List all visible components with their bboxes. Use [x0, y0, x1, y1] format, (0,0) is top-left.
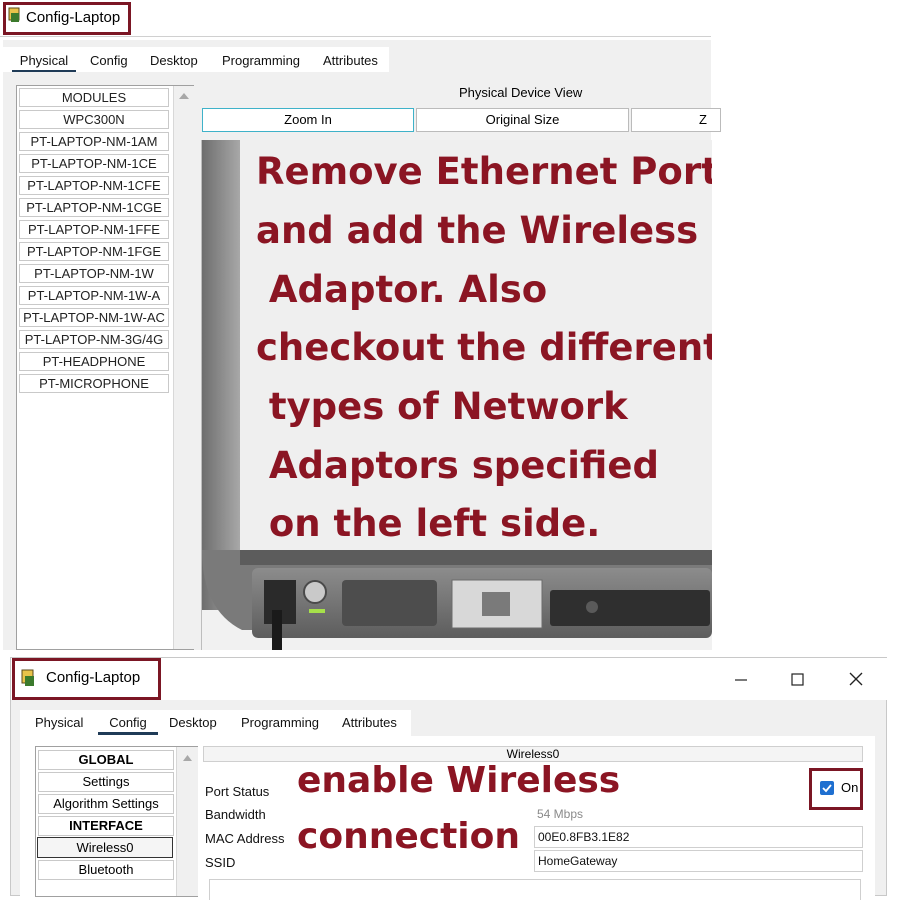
config-sidebar[interactable]: GLOBAL Settings Algorithm Settings INTER…: [35, 746, 198, 897]
module-item[interactable]: PT-LAPTOP-NM-1FGE: [19, 242, 169, 261]
module-item[interactable]: WPC300N: [19, 110, 169, 129]
checkmark-icon: [822, 784, 832, 793]
tab-physical[interactable]: Physical: [12, 53, 76, 73]
interface-header: INTERFACE: [38, 816, 174, 836]
minimize-icon: [735, 679, 747, 681]
mac-address-label: MAC Address: [205, 831, 285, 846]
tab-attributes[interactable]: Attributes: [323, 53, 378, 68]
bottom-window: Config-Laptop Physical Config Desktop Pr…: [10, 657, 888, 900]
bluetooth-item[interactable]: Bluetooth: [38, 860, 174, 880]
module-item[interactable]: PT-LAPTOP-NM-3G/4G: [19, 330, 169, 349]
view-title: Physical Device View: [459, 85, 583, 100]
module-item[interactable]: PT-LAPTOP-NM-1W-A: [19, 286, 169, 305]
zoom-in-button[interactable]: Zoom In: [202, 108, 414, 132]
ssid-label: SSID: [205, 855, 236, 870]
top-window: Config-Laptop Physical Config Desktop Pr…: [0, 0, 721, 650]
zoom-out-button[interactable]: Z: [631, 108, 721, 132]
maximize-icon: [791, 673, 804, 686]
maximize-button[interactable]: [782, 670, 812, 690]
module-item[interactable]: PT-LAPTOP-NM-1FFE: [19, 220, 169, 239]
close-icon: [849, 672, 863, 686]
module-item[interactable]: PT-LAPTOP-NM-1W: [19, 264, 169, 283]
annotation-line-7: on the left side.: [256, 502, 601, 545]
port-on-label: On: [841, 780, 859, 795]
tab-desktop[interactable]: Desktop: [150, 53, 198, 68]
annotation-line-1: Remove Ethernet Port: [256, 150, 712, 193]
wireless0-item[interactable]: Wireless0: [37, 837, 173, 858]
tab-config[interactable]: Config: [98, 715, 158, 735]
annotation-line-3: Adaptor. Also: [256, 268, 548, 311]
settings-item[interactable]: Settings: [38, 772, 174, 792]
module-item[interactable]: PT-HEADPHONE: [19, 352, 169, 371]
module-item[interactable]: PT-MICROPHONE: [19, 374, 169, 393]
laptop-app-icon: [21, 669, 37, 687]
laptop-device-view: Remove Ethernet Port and add the Wireles…: [201, 140, 712, 650]
modules-scrollbar[interactable]: [173, 86, 194, 649]
tab-programming[interactable]: Programming: [222, 53, 300, 68]
bandwidth-value: 54 Mbps: [537, 807, 584, 821]
algorithm-settings-item[interactable]: Algorithm Settings: [38, 794, 174, 814]
annotation-line-2: connection: [297, 816, 520, 857]
window-title: Config-Laptop: [26, 9, 121, 26]
tab-physical[interactable]: Physical: [35, 715, 83, 730]
annotation-line-1: enable Wireless: [297, 760, 621, 801]
close-button[interactable]: [841, 670, 871, 690]
tab-config[interactable]: Config: [90, 53, 128, 68]
port-on-checkbox[interactable]: [820, 781, 834, 795]
minimize-button[interactable]: [726, 670, 756, 690]
module-item[interactable]: PT-LAPTOP-NM-1CE: [19, 154, 169, 173]
annotation-line-6: Adaptors specified: [256, 444, 659, 487]
module-item[interactable]: PT-LAPTOP-NM-1W-AC: [19, 308, 169, 327]
title-divider: [0, 36, 711, 37]
window-title: Config-Laptop: [46, 669, 141, 686]
port-status-label: Port Status: [205, 784, 270, 799]
global-header: GLOBAL: [38, 750, 174, 770]
annotation-line-4: checkout the different: [256, 326, 712, 369]
bandwidth-label: Bandwidth: [205, 807, 266, 822]
laptop-app-icon: [8, 7, 22, 23]
module-item[interactable]: PT-LAPTOP-NM-1CFE: [19, 176, 169, 195]
tab-attributes[interactable]: Attributes: [342, 715, 397, 730]
authentication-group: [209, 879, 861, 900]
annotation-line-2: and add the Wireless: [256, 209, 699, 252]
ssid-field[interactable]: HomeGateway: [534, 850, 863, 872]
wireless-panel: Wireless0 Port Status Bandwidth MAC Addr…: [203, 746, 863, 900]
original-size-button[interactable]: Original Size: [416, 108, 629, 132]
mac-address-field[interactable]: 00E0.8FB3.1E82: [534, 826, 863, 848]
module-item[interactable]: MODULES: [19, 88, 169, 107]
modules-list[interactable]: MODULES WPC300N PT-LAPTOP-NM-1AM PT-LAPT…: [16, 85, 194, 650]
module-item[interactable]: PT-LAPTOP-NM-1CGE: [19, 198, 169, 217]
tab-desktop[interactable]: Desktop: [169, 715, 217, 730]
sidebar-scrollbar[interactable]: [176, 747, 198, 896]
scroll-up-arrow-icon[interactable]: [177, 750, 198, 766]
scroll-up-arrow-icon[interactable]: [174, 88, 194, 104]
annotation-line-5: types of Network: [256, 385, 628, 428]
tab-programming[interactable]: Programming: [241, 715, 319, 730]
module-item[interactable]: PT-LAPTOP-NM-1AM: [19, 132, 169, 151]
